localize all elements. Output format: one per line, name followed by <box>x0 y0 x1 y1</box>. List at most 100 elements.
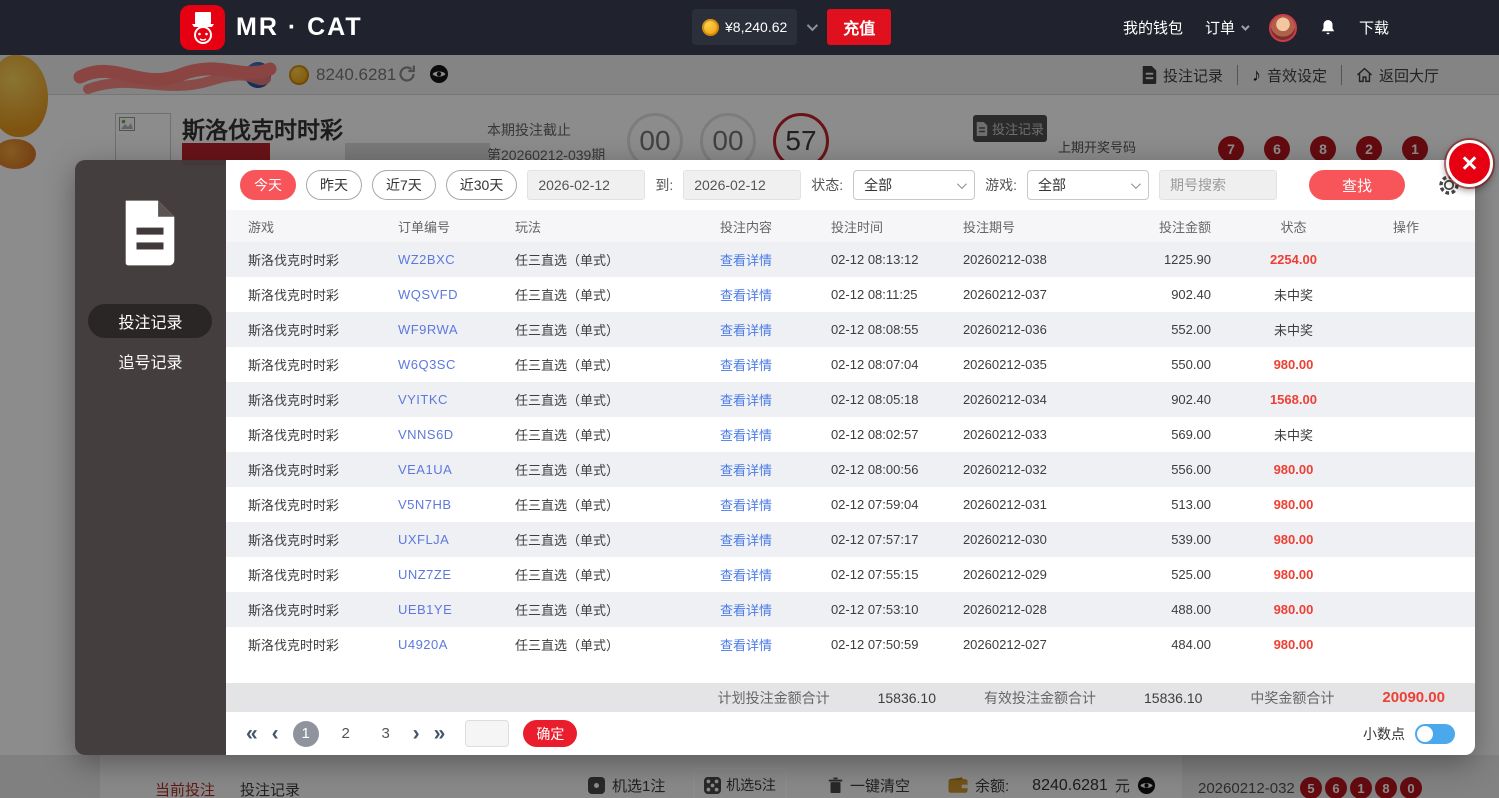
quick-filter-昨天[interactable]: 昨天 <box>305 170 362 200</box>
order-number-link[interactable]: U4920A <box>398 637 515 652</box>
prev-page-button[interactable]: ‹ <box>272 723 279 744</box>
view-details-link[interactable]: 查看详情 <box>720 600 831 619</box>
last-page-button[interactable]: » <box>434 723 446 744</box>
row-bet-period: 20260212-033 <box>962 427 1047 442</box>
row-bet-amount: 484.00 <box>1171 637 1211 652</box>
row-bet-time: 02-12 08:02:57 <box>830 427 919 442</box>
game-label: 游戏: <box>985 177 1017 193</box>
view-details-link[interactable]: 查看详情 <box>720 565 831 584</box>
column-header-amount: 投注金额 <box>1158 219 1211 235</box>
row-bet-amount: 556.00 <box>1171 462 1211 477</box>
avatar[interactable] <box>1268 13 1297 42</box>
row-bet-time: 02-12 08:13:12 <box>830 252 919 267</box>
view-details-link[interactable]: 查看详情 <box>720 495 831 514</box>
modal-sidebar: 投注记录 追号记录 <box>75 160 226 755</box>
page-number-3[interactable]: 3 <box>373 721 399 747</box>
date-to-input[interactable] <box>683 170 802 200</box>
row-game: 斯洛伐克时时彩 <box>247 288 339 303</box>
row-play-type: 任三直选（单式） <box>514 288 619 303</box>
close-modal-button[interactable]: × <box>1446 140 1493 187</box>
date-from-input[interactable] <box>527 170 646 200</box>
decimal-toggle[interactable] <box>1415 723 1455 744</box>
recharge-button[interactable]: 充值 <box>827 9 892 45</box>
table-row: 斯洛伐克时时彩 WF9RWA 任三直选（单式） 查看详情 02-12 08:08:55 2… <box>225 312 1475 347</box>
quick-filter-近30天[interactable]: 近30天 <box>445 170 518 200</box>
nav-right: 我的钱包 订单 下载 <box>1123 0 1389 55</box>
row-status: 980.00 <box>1273 532 1314 547</box>
view-details-link[interactable]: 查看详情 <box>720 250 831 269</box>
row-bet-period: 20260212-030 <box>962 532 1047 547</box>
status-select[interactable]: 全部 <box>853 170 976 200</box>
sidebar-item-chase-records[interactable]: 追号记录 <box>88 344 212 378</box>
brand-logo[interactable] <box>180 5 225 50</box>
page-number-2[interactable]: 2 <box>333 721 359 747</box>
confirm-page-button[interactable]: 确定 <box>523 720 578 747</box>
table-row: 斯洛伐克时时彩 V5N7HB 任三直选（单式） 查看详情 02-12 07:59:04 2… <box>226 487 1475 522</box>
view-details-link[interactable]: 查看详情 <box>720 530 831 549</box>
screen: MR · CAT ¥8,240.62 充值 我的钱包 订单 下载 8240.62… <box>0 0 1499 798</box>
sidebar-item-bet-records[interactable]: 投注记录 <box>88 304 213 338</box>
top-navbar: MR · CAT ¥8,240.62 充值 我的钱包 订单 下载 <box>0 0 1499 55</box>
game-select[interactable]: 全部 <box>1027 170 1149 200</box>
column-header-period: 投注期号 <box>962 219 1015 235</box>
row-bet-amount: 513.00 <box>1171 497 1211 512</box>
row-game: 斯洛伐克时时彩 <box>247 393 339 408</box>
view-details-link[interactable]: 查看详情 <box>720 320 831 339</box>
order-number-link[interactable]: UEB1YE <box>398 602 515 617</box>
row-bet-period: 20260212-037 <box>962 287 1047 302</box>
table-row: 斯洛伐克时时彩 U4920A 任三直选（单式） 查看详情 02-12 07:50:59 2… <box>226 627 1475 662</box>
order-number-link[interactable]: VEA1UA <box>398 462 515 477</box>
column-header-status: 状态 <box>1280 219 1307 235</box>
search-button[interactable]: 查找 <box>1309 170 1405 200</box>
row-bet-amount: 902.40 <box>1171 287 1211 302</box>
column-header-time: 投注时间 <box>830 219 883 235</box>
orders-link[interactable]: 订单 <box>1205 17 1250 38</box>
table-row: 斯洛伐克时时彩 WQSVFD 任三直选（单式） 查看详情 02-12 08:11:25 2… <box>226 277 1475 312</box>
modal-main: 今天昨天近7天近30天 到: 状态: 全部 游戏: 全部 查找 <box>225 160 1475 755</box>
quick-filter-近7天[interactable]: 近7天 <box>371 170 436 200</box>
table-row: 斯洛伐克时时彩 VYITKC 任三直选（单式） 查看详情 02-12 08:05:18 2… <box>225 382 1475 417</box>
next-page-button[interactable]: › <box>413 723 420 744</box>
game-select-value: 全部 <box>1038 177 1066 193</box>
row-status: 980.00 <box>1273 497 1314 512</box>
row-play-type: 任三直选（单式） <box>514 533 619 548</box>
row-bet-period: 20260212-027 <box>962 637 1047 652</box>
balance-pill[interactable]: ¥8,240.62 <box>692 9 798 45</box>
page-jump-input[interactable] <box>465 720 510 747</box>
order-number-link[interactable]: UNZ7ZE <box>398 567 515 582</box>
period-search-input[interactable] <box>1159 170 1277 200</box>
order-number-link[interactable]: UXFLJA <box>398 532 515 547</box>
order-number-link[interactable]: WF9RWA <box>398 322 515 337</box>
bell-icon[interactable] <box>1319 18 1337 37</box>
row-bet-amount: 488.00 <box>1171 602 1211 617</box>
view-details-link[interactable]: 查看详情 <box>720 425 831 444</box>
order-number-link[interactable]: VNNS6D <box>398 427 515 442</box>
page-number-1[interactable]: 1 <box>292 720 319 747</box>
row-play-type: 任三直选（单式） <box>514 393 619 408</box>
order-number-link[interactable]: WZ2BXC <box>398 252 515 267</box>
bet-records-modal: 投注记录 追号记录 今天昨天近7天近30天 到: 状态: 全部 游戏: 全部 <box>75 160 1475 755</box>
chevron-down-icon[interactable] <box>807 19 819 32</box>
view-details-link[interactable]: 查看详情 <box>720 355 831 374</box>
order-number-link[interactable]: V5N7HB <box>398 497 515 512</box>
row-status: 未中奖 <box>1273 288 1313 303</box>
cat-tophat-icon <box>191 11 214 44</box>
row-bet-period: 20260212-035 <box>962 357 1047 372</box>
row-bet-time: 02-12 08:05:18 <box>830 392 919 407</box>
wallet-link[interactable]: 我的钱包 <box>1123 17 1183 38</box>
row-status: 1568.00 <box>1269 392 1317 407</box>
order-number-link[interactable]: W6Q3SC <box>398 357 515 372</box>
status-label: 状态: <box>811 177 844 193</box>
quick-filter-今天[interactable]: 今天 <box>239 170 296 200</box>
table-row: 斯洛伐克时时彩 UXFLJA 任三直选（单式） 查看详情 02-12 07:57:17 2… <box>225 522 1475 557</box>
column-header-game: 游戏 <box>247 219 274 235</box>
view-details-link[interactable]: 查看详情 <box>720 635 831 654</box>
row-status: 980.00 <box>1273 567 1314 582</box>
download-link[interactable]: 下载 <box>1359 17 1389 38</box>
view-details-link[interactable]: 查看详情 <box>720 285 831 304</box>
first-page-button[interactable]: « <box>246 723 258 744</box>
view-details-link[interactable]: 查看详情 <box>720 460 831 479</box>
order-number-link[interactable]: WQSVFD <box>398 287 515 302</box>
view-details-link[interactable]: 查看详情 <box>720 390 831 409</box>
order-number-link[interactable]: VYITKC <box>398 392 515 407</box>
